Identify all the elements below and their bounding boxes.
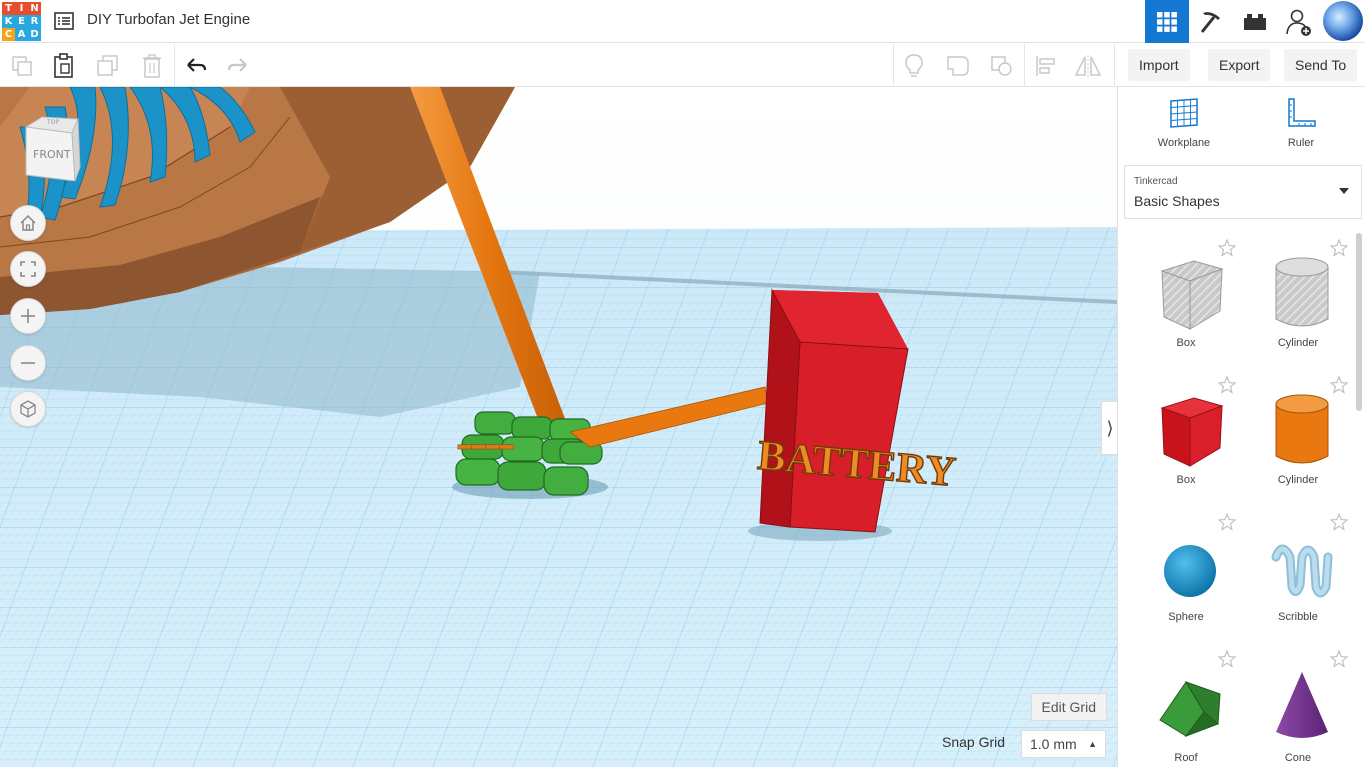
logo-letter: D: [28, 28, 41, 41]
snap-grid-value: 1.0 mm: [1030, 736, 1077, 752]
shape-library-select[interactable]: Tinkercad Basic Shapes: [1124, 165, 1362, 219]
view-cube[interactable]: TOP FRONT: [20, 111, 90, 182]
export-button[interactable]: Export: [1208, 49, 1271, 81]
import-button[interactable]: Import: [1128, 49, 1190, 81]
logo-letter: R: [28, 15, 41, 28]
shape-cone[interactable]: Cone: [1242, 644, 1354, 767]
shape-roof[interactable]: Roof: [1130, 644, 1242, 767]
logo-letter: I: [15, 2, 28, 15]
panel-scrollbar[interactable]: [1356, 233, 1362, 411]
caret-down-icon: [1339, 188, 1349, 194]
pickaxe-minecraft-button[interactable]: [1189, 0, 1233, 43]
cone-icon: [1276, 672, 1328, 738]
shape-scribble[interactable]: Scribble: [1242, 507, 1354, 643]
edit-toolbar: Import Export Send To: [0, 44, 1365, 87]
shapes-panel: Workplane Ruler Tinkercad Basic Shapes B…: [1117, 87, 1365, 767]
minus-icon: [21, 362, 35, 364]
shape-name: Cylinder: [1277, 337, 1319, 349]
shape-grid: Box Cylinder Box Cylinder Sphere Scribbl…: [1118, 231, 1365, 767]
logo-letter: T: [2, 2, 15, 15]
user-avatar[interactable]: [1323, 1, 1363, 41]
brick-icon: [1244, 13, 1266, 30]
fit-icon: [20, 261, 36, 277]
ungroup-icon[interactable]: [988, 52, 1016, 80]
duplicate-icon[interactable]: [94, 52, 122, 80]
home-view-button[interactable]: [10, 205, 46, 241]
workplane-icon: [1170, 98, 1198, 128]
shape-name: Scribble: [1278, 611, 1318, 623]
scene-canvas: ▬▬▬▬ BATTERY: [0, 87, 1117, 767]
logo-letter: A: [15, 28, 28, 41]
cube-perspective-icon: [20, 400, 36, 418]
3d-design-view-button[interactable]: [1145, 0, 1189, 43]
ruler-label: Ruler: [1287, 137, 1315, 149]
shape-cylinder[interactable]: Cylinder: [1242, 370, 1354, 506]
invite-user-button[interactable]: [1277, 0, 1321, 43]
roof-icon: [1159, 681, 1221, 738]
notes-lightbulb-icon[interactable]: [900, 52, 928, 80]
pickaxe-icon: [1200, 11, 1220, 33]
top-bar: T I N K E R C A D DIY Turbofan Jet Engin…: [0, 0, 1365, 43]
shape-sphere[interactable]: Sphere: [1130, 507, 1242, 643]
plus-icon: [21, 309, 35, 323]
workplane-tool[interactable]: Workplane: [1144, 97, 1224, 149]
ruler-tool[interactable]: Ruler: [1261, 97, 1341, 149]
align-icon[interactable]: [1032, 52, 1060, 80]
cylinder-icon: [1275, 394, 1329, 464]
home-icon: [20, 214, 36, 231]
shape-name: Cone: [1284, 752, 1312, 764]
zoom-in-button[interactable]: [10, 298, 46, 334]
caret-up-icon: ▲: [1088, 739, 1097, 749]
shape-name: Cylinder: [1277, 474, 1319, 486]
sphere-icon: [1164, 545, 1216, 597]
fit-view-button[interactable]: [10, 251, 46, 287]
3d-workplane-viewport[interactable]: ▬▬▬▬ BATTERY TOP FRONT Edit Grid Snap Gr…: [0, 87, 1117, 767]
workplane-label: Workplane: [1157, 137, 1211, 149]
logo-letter: C: [2, 28, 15, 41]
shape-box[interactable]: Box: [1130, 370, 1242, 506]
delete-icon[interactable]: [138, 52, 166, 80]
design-menu-icon[interactable]: [53, 11, 75, 31]
shape-name: Sphere: [1168, 611, 1204, 623]
base-engraved-text: ▬▬▬▬: [457, 438, 514, 453]
logo-letter: N: [28, 2, 41, 15]
add-user-icon: [1286, 9, 1311, 36]
document-title[interactable]: DIY Turbofan Jet Engine: [87, 11, 250, 28]
zoom-out-button[interactable]: [10, 345, 46, 381]
cylinder-hole-icon: [1275, 257, 1329, 327]
green-base-cluster: [455, 411, 603, 496]
group-icon[interactable]: [944, 52, 972, 80]
library-source-label: Tinkercad: [1134, 176, 1178, 187]
copy-icon[interactable]: [8, 52, 36, 80]
perspective-toggle-button[interactable]: [10, 391, 46, 427]
tinkercad-logo[interactable]: T I N K E R C A D: [2, 2, 42, 42]
snap-grid-label: Snap Grid: [942, 734, 1006, 750]
shape-name: Box: [1176, 474, 1196, 486]
redo-icon[interactable]: [224, 52, 252, 80]
shape-name: Roof: [1174, 752, 1198, 764]
logo-letter: E: [15, 15, 28, 28]
logo-letter: K: [2, 15, 15, 28]
viewcube-top-label: TOP: [46, 119, 59, 126]
scribble-icon: [1271, 544, 1333, 598]
send-to-button[interactable]: Send To: [1284, 49, 1358, 81]
box-icon: [1160, 397, 1224, 467]
shape-name: Box: [1176, 337, 1196, 349]
edit-grid-button[interactable]: Edit Grid: [1030, 693, 1107, 721]
paste-icon[interactable]: [50, 52, 78, 80]
undo-icon[interactable]: [182, 52, 210, 80]
shape-cylinder-hole[interactable]: Cylinder: [1242, 233, 1354, 369]
shape-box-hole[interactable]: Box: [1130, 233, 1242, 369]
mirror-icon[interactable]: [1074, 52, 1102, 80]
viewcube-front-label: FRONT: [33, 148, 71, 161]
top-right-nav: [1145, 0, 1365, 43]
bricks-lego-button[interactable]: [1233, 0, 1277, 43]
grid-icon: [1157, 11, 1177, 32]
snap-grid-select[interactable]: 1.0 mm ▲: [1021, 730, 1106, 758]
ruler-icon: [1288, 98, 1316, 127]
chevron-right-icon: ⟩: [1106, 417, 1114, 438]
library-name: Basic Shapes: [1134, 193, 1220, 209]
box-hole-icon: [1160, 260, 1224, 330]
